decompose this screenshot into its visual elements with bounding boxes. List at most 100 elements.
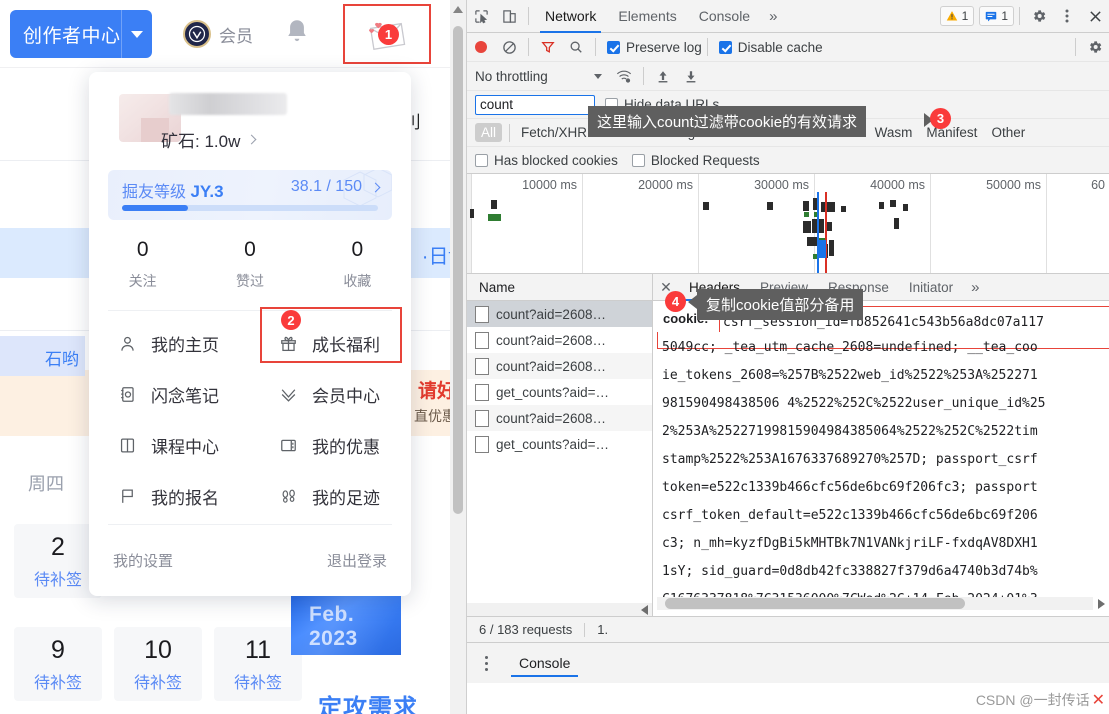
filter-input[interactable] (475, 94, 595, 115)
creator-center-label: 创作者中心 (23, 25, 121, 47)
page-scrollbar-thumb[interactable] (453, 26, 463, 514)
site-header: 创作者中心 会员 1 (0, 0, 466, 68)
chevron-down-icon[interactable] (122, 30, 152, 38)
cookie-value-body[interactable]: 5049cc; _tea_utm_cache_2608=undefined; _… (662, 334, 1046, 614)
message-counter[interactable]: 1 (979, 6, 1014, 26)
logout-link[interactable]: 退出登录 (327, 550, 387, 571)
more-vertical-icon[interactable] (473, 655, 499, 671)
devtools-tabbar: Network Elements Console » 1 1 (467, 0, 1109, 33)
table-row[interactable]: count?aid=2608… (467, 353, 652, 379)
calendar-day-cell[interactable]: 10 待补签 (114, 627, 202, 701)
stat-value: 0 (244, 238, 256, 261)
type-chip-wasm[interactable]: Wasm (869, 123, 919, 142)
tab-console[interactable]: Console (688, 0, 761, 33)
inspect-element-icon[interactable] (467, 3, 495, 29)
close-icon[interactable] (1081, 3, 1109, 29)
ore-balance-link[interactable]: 矿石: 1.0w (161, 127, 257, 152)
tab-network[interactable]: Network (534, 0, 607, 33)
calendar-day-status: 待补签 (33, 675, 82, 692)
disable-cache-checkbox[interactable]: Disable cache (718, 40, 823, 55)
warning-count: 1 (961, 9, 969, 23)
menu-item-flash-notes[interactable]: 闪念笔记 (89, 369, 250, 420)
profile-stats: 0 关注 0 赞过 0 收藏 (89, 230, 411, 306)
menu-item-label: 我的主页 (151, 336, 219, 355)
table-row[interactable]: count?aid=2608… (467, 301, 652, 327)
search-icon[interactable] (562, 34, 590, 60)
download-har-icon[interactable] (677, 63, 705, 89)
cookie-line: token=e522c1339b466cfc56de6bc69f206fc3; … (662, 480, 1038, 495)
stat-liked[interactable]: 0 赞过 (196, 230, 303, 306)
throttling-select[interactable]: No throttling (475, 69, 602, 84)
menu-item-my-coupons[interactable]: 我的优惠 (250, 420, 411, 471)
type-chip-other[interactable]: Other (985, 123, 1031, 142)
menu-item-member-center[interactable]: 会员中心 (250, 369, 411, 420)
table-row[interactable]: get_counts?aid=… (467, 379, 652, 405)
callout-tooltip-4: 复制cookie值部分备用 (697, 289, 864, 320)
table-row[interactable]: count?aid=2608… (467, 405, 652, 431)
device-toolbar-icon[interactable] (495, 3, 523, 29)
stat-collected[interactable]: 0 收藏 (304, 230, 411, 306)
stat-following[interactable]: 0 关注 (89, 230, 196, 306)
detail-hscrollbar[interactable] (657, 597, 1109, 610)
type-chip-all[interactable]: All (475, 123, 503, 142)
request-type-icon (475, 357, 489, 375)
more-detail-tabs-icon[interactable]: » (963, 279, 987, 296)
network-settings-gear-icon[interactable] (1081, 34, 1109, 60)
warning-counter[interactable]: 1 (939, 6, 975, 26)
overview-tick-label: 30000 ms (754, 178, 809, 192)
more-tabs-icon[interactable]: » (761, 8, 785, 25)
more-vertical-icon[interactable] (1053, 3, 1081, 29)
stat-value: 0 (136, 238, 149, 261)
menu-item-my-footprints[interactable]: 我的足迹 (250, 471, 411, 522)
record-button-icon[interactable] (467, 34, 495, 60)
calendar-day-cell[interactable]: 11 待补签 (214, 627, 302, 701)
clear-icon[interactable] (495, 34, 523, 60)
scroll-right-arrow-icon[interactable] (1098, 599, 1105, 609)
blocked-requests-checkbox[interactable]: Blocked Requests (631, 153, 760, 168)
menu-item-label: 我的优惠 (312, 438, 380, 457)
vip-label: 会员 (219, 26, 253, 46)
calendar-day-cell[interactable]: 9 待补签 (14, 627, 102, 701)
cookie-line: stamp%2522%253A1676337689270%257D; passp… (662, 452, 1038, 467)
network-overview-timeline[interactable]: 10000 ms 20000 ms 30000 ms 40000 ms 5000… (467, 174, 1109, 274)
creator-center-button[interactable]: 创作者中心 (10, 10, 152, 58)
callout-tooltip-3: 这里输入count过滤带cookie的有效请求 (588, 106, 867, 137)
request-name: count?aid=2608… (496, 410, 606, 426)
bell-icon[interactable] (283, 18, 311, 53)
drawer-tab-console[interactable]: Console (511, 643, 579, 683)
preserve-log-checkbox[interactable]: Preserve log (607, 40, 702, 55)
has-blocked-cookies-checkbox[interactable]: Has blocked cookies (475, 153, 618, 168)
filter-funnel-icon[interactable] (534, 34, 562, 60)
scrollbar-thumb[interactable] (665, 598, 965, 609)
wifi-settings-icon[interactable] (610, 63, 638, 89)
upload-har-icon[interactable] (649, 63, 677, 89)
my-settings-link[interactable]: 我的设置 (113, 550, 173, 571)
network-split-pane: Name count?aid=2608… count?aid=2608… cou… (467, 274, 1109, 616)
menu-item-label: 我的报名 (151, 489, 219, 508)
requests-column-header[interactable]: Name (467, 274, 652, 301)
checkbox-box (475, 153, 488, 167)
level-progress-card[interactable]: 掘友等级 JY.3 38.1 / 150 (108, 170, 392, 220)
table-row[interactable]: get_counts?aid=… (467, 431, 652, 457)
annotation-badge-4: 4 (665, 291, 686, 312)
toolbar-divider (595, 38, 596, 56)
type-chip-fetch-xhr[interactable]: Fetch/XHR (515, 123, 593, 142)
menu-item-my-homepage[interactable]: 我的主页 (89, 318, 250, 369)
requests-hscrollbar[interactable] (467, 603, 652, 616)
scroll-left-arrow-icon[interactable] (641, 605, 648, 615)
blocked-filters-row: Has blocked cookies Blocked Requests (467, 147, 1109, 174)
menu-item-course-center[interactable]: 课程中心 (89, 420, 250, 471)
page-scrollbar[interactable] (450, 0, 466, 714)
table-row[interactable]: count?aid=2608… (467, 327, 652, 353)
toolbar-divider (1019, 7, 1020, 25)
menu-item-growth-benefits[interactable]: 成长福利 (250, 318, 411, 369)
scroll-up-arrow-icon[interactable] (453, 6, 463, 13)
message-entry[interactable]: 1 (343, 4, 431, 64)
menu-item-my-registration[interactable]: 我的报名 (89, 471, 250, 522)
promo-bottom-title: 定攻需求 (318, 695, 418, 714)
gear-icon[interactable] (1025, 3, 1053, 29)
vip-entry[interactable]: 会员 (183, 20, 253, 48)
chevron-right-icon (246, 134, 257, 145)
tab-elements[interactable]: Elements (607, 0, 687, 33)
tab-initiator[interactable]: Initiator (899, 274, 963, 301)
